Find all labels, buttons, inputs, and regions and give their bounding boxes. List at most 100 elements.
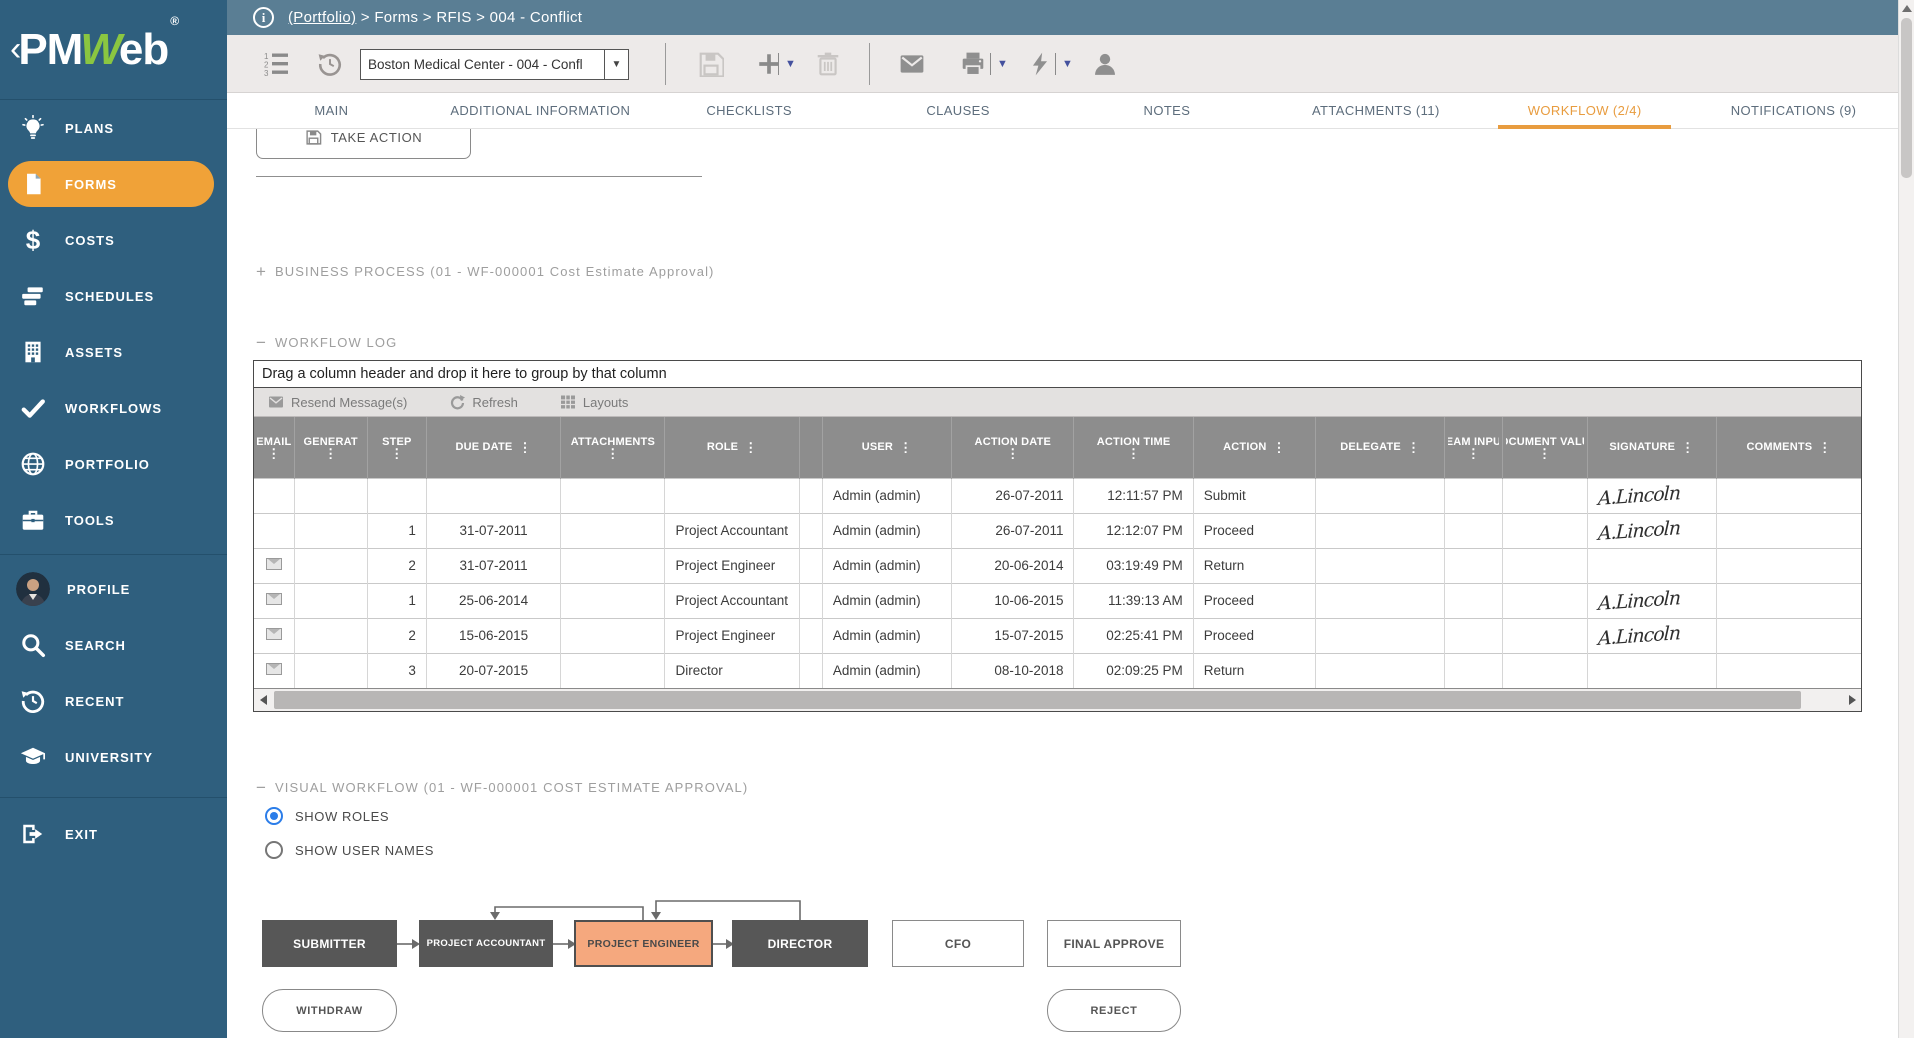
column-menu-icon[interactable]: ⋮ (1127, 448, 1140, 459)
column-header-team-input[interactable]: TEAM INPUT⋮ (1445, 417, 1502, 478)
sidebar-item-exit[interactable]: EXIT (0, 806, 227, 862)
add-dropdown-caret-icon[interactable]: ▼ (785, 58, 796, 70)
column-header-comments[interactable]: COMMENTS⋮ (1717, 417, 1861, 478)
vertical-scrollbar-thumb[interactable] (1901, 18, 1912, 178)
sidebar-item-costs[interactable]: $COSTS (0, 212, 227, 268)
workflow-log-row[interactable]: 131-07-2011Project AccountantAdmin (admi… (254, 513, 1861, 548)
collapse-minus-icon[interactable]: − (256, 338, 267, 348)
resend-message-s-button[interactable]: Resend Message(s) (268, 394, 407, 410)
scroll-up-arrow-icon[interactable] (1902, 5, 1912, 12)
show-roles-radio[interactable]: SHOW ROLES (265, 807, 389, 825)
tab-workflow-2-4[interactable]: WORKFLOW (2/4) (1480, 93, 1689, 128)
column-menu-icon[interactable]: ⋮ (1818, 442, 1831, 453)
sidebar-item-university[interactable]: UNIVERSITY (0, 729, 227, 785)
column-header-action-date[interactable]: ACTION DATE⋮ (952, 417, 1074, 478)
tab-clauses[interactable]: CLAUSES (854, 93, 1063, 128)
schedule-bars-icon (18, 281, 48, 311)
collapse-minus-icon[interactable]: − (256, 783, 267, 793)
cell-step: 2 (367, 618, 426, 653)
column-header-delegate[interactable]: DELEGATE⋮ (1316, 417, 1445, 478)
reject-button[interactable]: REJECT (1047, 989, 1181, 1032)
horizontal-scrollbar-thumb[interactable] (274, 691, 1801, 709)
mail-icon[interactable] (899, 51, 925, 77)
take-action-button[interactable]: TAKE ACTION (256, 129, 471, 159)
column-menu-icon[interactable]: ⋮ (606, 448, 619, 459)
sidebar-item-portfolio[interactable]: PORTFOLIO (0, 436, 227, 492)
column-header-role[interactable]: ROLE⋮ (665, 417, 799, 478)
tab-checklists[interactable]: CHECKLISTS (645, 93, 854, 128)
print-icon[interactable] (960, 51, 986, 77)
workflow-log-row[interactable]: 125-06-2014Project AccountantAdmin (admi… (254, 583, 1861, 618)
show-user-names-radio[interactable]: SHOW USER NAMES (265, 841, 434, 859)
history-icon[interactable] (317, 51, 343, 77)
sidebar-item-profile[interactable]: PROFILE (0, 561, 227, 617)
scroll-right-arrow-icon[interactable] (1843, 689, 1861, 711)
tab-notes[interactable]: NOTES (1063, 93, 1272, 128)
sidebar-item-schedules[interactable]: SCHEDULES (0, 268, 227, 324)
lightning-icon[interactable] (1027, 51, 1053, 77)
delete-icon[interactable] (815, 51, 841, 77)
workflow-log-row[interactable]: Admin (admin)26-07-201112:11:57 PMSubmit… (254, 478, 1861, 513)
table-horizontal-scrollbar[interactable] (254, 688, 1861, 711)
refresh-button[interactable]: Refresh (449, 394, 518, 410)
tab-notifications-9[interactable]: NOTIFICATIONS (9) (1689, 93, 1898, 128)
column-menu-icon[interactable]: ⋮ (1467, 448, 1480, 459)
workflow-log-row[interactable]: 215-06-2015Project EngineerAdmin (admin)… (254, 618, 1861, 653)
window-vertical-scrollbar[interactable] (1898, 0, 1914, 1038)
column-menu-icon[interactable]: ⋮ (1273, 442, 1286, 453)
sidebar-item-recent[interactable]: RECENT (0, 673, 227, 729)
sidebar-item-assets[interactable]: ASSETS (0, 324, 227, 380)
print-dropdown-caret-icon[interactable]: ▼ (997, 58, 1008, 70)
cell-action_date: 20-06-2014 (952, 548, 1074, 583)
layouts-button[interactable]: Layouts (560, 394, 629, 410)
radio-unselected-icon[interactable] (265, 841, 283, 859)
sidebar-item-forms[interactable]: FORMS (0, 156, 227, 212)
column-menu-icon[interactable]: ⋮ (899, 442, 912, 453)
breadcrumb-portfolio-link[interactable]: (Portfolio) (288, 9, 356, 26)
column-menu-icon[interactable]: ⋮ (324, 448, 337, 459)
column-header-action[interactable]: ACTION⋮ (1193, 417, 1315, 478)
tab-attachments-11[interactable]: ATTACHMENTS (11) (1271, 93, 1480, 128)
column-header-due-date[interactable]: DUE DATE⋮ (426, 417, 560, 478)
info-icon[interactable]: i (253, 7, 274, 28)
sidebar-item-workflows[interactable]: WORKFLOWS (0, 380, 227, 436)
save-icon[interactable] (698, 51, 724, 77)
record-selector-dropdown-icon[interactable]: ▼ (604, 50, 628, 79)
sidebar-item-plans[interactable]: PLANS (0, 100, 227, 156)
column-menu-icon[interactable]: ⋮ (1407, 442, 1420, 453)
toolbar-separator (665, 43, 666, 85)
column-menu-icon[interactable]: ⋮ (1538, 448, 1551, 459)
workflow-log-row[interactable]: 320-07-2015DirectorAdmin (admin)08-10-20… (254, 653, 1861, 688)
column-header-action-time[interactable]: ACTION TIME⋮ (1074, 417, 1193, 478)
cell-step: 2 (367, 548, 426, 583)
column-menu-icon[interactable]: ⋮ (267, 448, 280, 459)
pmweb-logo[interactable]: ‹PMWeb® (0, 0, 227, 100)
column-header-document-value[interactable]: DOCUMENT VALUE⋮ (1502, 417, 1587, 478)
column-header-generat[interactable]: GENERAT⋮ (294, 417, 367, 478)
expand-plus-icon[interactable]: + (256, 267, 267, 277)
column-menu-icon[interactable]: ⋮ (744, 442, 757, 453)
column-header-signature[interactable]: SIGNATURE⋮ (1587, 417, 1716, 478)
column-header-user[interactable]: USER⋮ (822, 417, 951, 478)
user-icon[interactable] (1092, 51, 1118, 77)
radio-selected-icon[interactable] (265, 807, 283, 825)
withdraw-button[interactable]: WITHDRAW (262, 989, 397, 1032)
column-header-email[interactable]: EMAIL⋮ (254, 417, 294, 478)
tab-additional-information[interactable]: ADDITIONAL INFORMATION (436, 93, 645, 128)
column-menu-icon[interactable]: ⋮ (390, 448, 403, 459)
group-by-drop-zone[interactable]: Drag a column header and drop it here to… (254, 361, 1861, 388)
column-header-attachments[interactable]: ATTACHMENTS⋮ (561, 417, 665, 478)
column-menu-icon[interactable]: ⋮ (518, 442, 531, 453)
column-menu-icon[interactable]: ⋮ (1681, 442, 1694, 453)
column-header-step[interactable]: STEP⋮ (367, 417, 426, 478)
sidebar-item-tools[interactable]: TOOLS (0, 492, 227, 548)
lightning-dropdown-caret-icon[interactable]: ▼ (1062, 58, 1073, 70)
scroll-left-arrow-icon[interactable] (254, 689, 272, 711)
numbered-list-icon[interactable]: 123 (264, 51, 290, 77)
workflow-log-row[interactable]: 231-07-2011Project EngineerAdmin (admin)… (254, 548, 1861, 583)
record-selector[interactable]: Boston Medical Center - 004 - Confl ▼ (360, 49, 629, 80)
column-menu-icon[interactable]: ⋮ (1006, 448, 1019, 459)
tab-main[interactable]: MAIN (227, 93, 436, 128)
sidebar-item-search[interactable]: SEARCH (0, 617, 227, 673)
cell-action_time: 03:19:49 PM (1074, 548, 1193, 583)
